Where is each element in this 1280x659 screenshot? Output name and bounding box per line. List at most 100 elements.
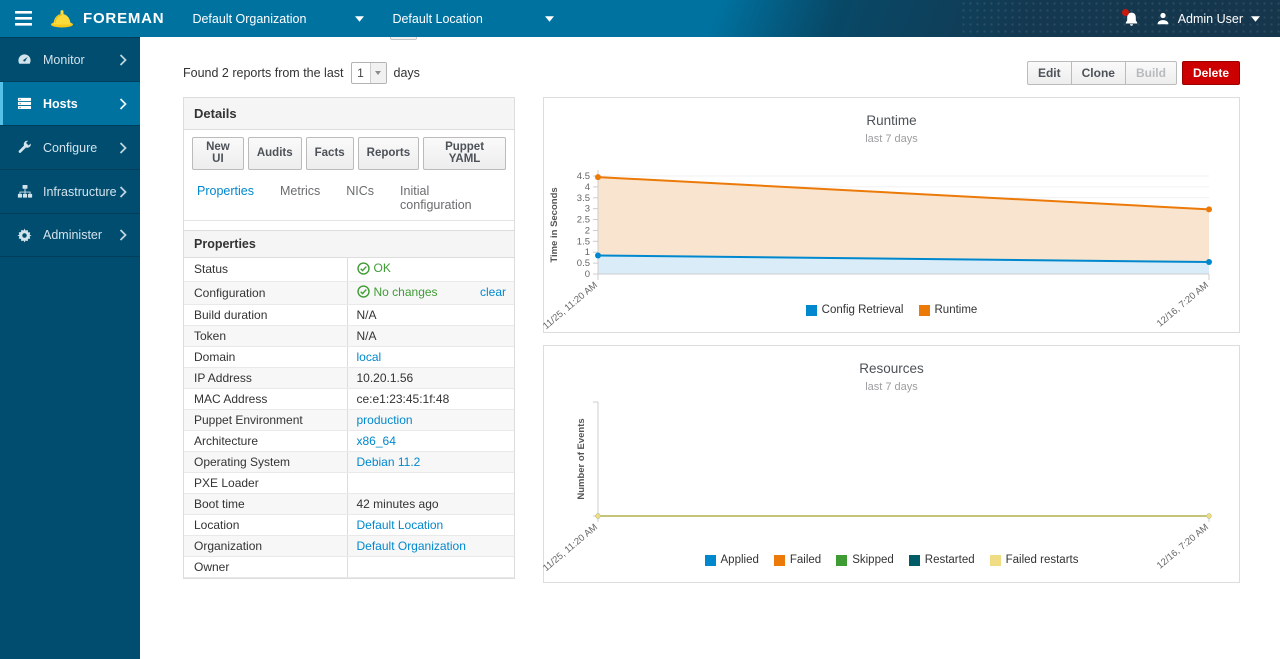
user-menu[interactable]: Admin User — [1156, 11, 1260, 26]
property-value: Default Location — [347, 515, 514, 536]
check-circle-icon — [357, 285, 370, 298]
location-switcher[interactable]: Default Location — [392, 12, 554, 26]
sidebar-item-label: Hosts — [43, 97, 78, 111]
puppet-yaml-button[interactable]: Puppet YAML — [423, 137, 506, 170]
sidebar-item-label: Configure — [43, 141, 97, 155]
legend-item-runtime[interactable]: Runtime — [919, 304, 978, 316]
property-label: Configuration — [184, 281, 347, 305]
property-label: Status — [184, 258, 347, 281]
sidebar-item-label: Administer — [43, 228, 102, 242]
resources-chart-panel: Resourceslast 7 days11/25, 11:20 AM12/16… — [543, 345, 1240, 583]
table-row: Architecture x86_64 — [184, 431, 514, 452]
legend-label: Skipped — [852, 554, 894, 566]
facts-button[interactable]: Facts — [306, 137, 354, 170]
sidebar-item-administer[interactable]: Administer — [0, 213, 140, 257]
tab-initial-configuration[interactable]: Initial configuration — [399, 179, 502, 220]
legend-label: Config Retrieval — [822, 304, 904, 316]
table-row: IP Address10.20.1.56 — [184, 368, 514, 389]
table-row: Operating SystemDebian 11.2 — [184, 452, 514, 473]
property-label: Domain — [184, 347, 347, 368]
property-value-link[interactable]: production — [357, 413, 413, 427]
legend-item-config-retrieval[interactable]: Config Retrieval — [806, 304, 904, 316]
legend-item-restarted[interactable]: Restarted — [909, 554, 975, 566]
svg-text:2: 2 — [585, 225, 590, 236]
organization-switcher[interactable]: Default Organization — [192, 12, 364, 26]
report-toolbar: Found 2 reports from the last 1 days Edi… — [183, 61, 1240, 85]
clone-button[interactable]: Clone — [1071, 61, 1126, 85]
table-row: StatusOK — [184, 258, 514, 281]
property-value: N/A — [347, 305, 514, 326]
sidebar-item-infrastructure[interactable]: Infrastructure — [0, 169, 140, 213]
property-label: PXE Loader — [184, 473, 347, 494]
host-action-buttons: Edit Clone Build Delete — [1027, 61, 1240, 85]
days-select-value: 1 — [352, 63, 370, 83]
user-name: Admin User — [1178, 12, 1243, 26]
property-label: Owner — [184, 557, 347, 578]
y-axis-label: Number of Events — [576, 418, 587, 499]
edit-button[interactable]: Edit — [1027, 61, 1072, 85]
legend-label: Runtime — [935, 304, 978, 316]
days-select[interactable]: 1 — [351, 62, 387, 84]
details-panel: Details New UIAuditsFactsReportsPuppet Y… — [183, 97, 515, 579]
legend-swatch — [836, 555, 847, 566]
brand-name: FOREMAN — [83, 10, 164, 27]
legend-item-failed-restarts[interactable]: Failed restarts — [990, 554, 1079, 566]
report-days-text: days — [394, 66, 420, 80]
y-axis-label: Time in Seconds — [549, 187, 560, 262]
chart-subtitle: last 7 days — [544, 381, 1239, 393]
property-value — [347, 473, 514, 494]
legend-item-skipped[interactable]: Skipped — [836, 554, 894, 566]
new-ui-button[interactable]: New UI — [192, 137, 244, 170]
legend-swatch — [806, 305, 817, 316]
property-value: Debian 11.2 — [347, 452, 514, 473]
legend-label: Applied — [721, 554, 759, 566]
legend-swatch — [774, 555, 785, 566]
clear-link[interactable]: clear — [480, 285, 506, 299]
caret-down-icon — [355, 16, 364, 22]
sidebar-item-configure[interactable]: Configure — [0, 125, 140, 169]
table-row: Boot time42 minutes ago — [184, 494, 514, 515]
property-label: Architecture — [184, 431, 347, 452]
table-row: Domain local — [184, 347, 514, 368]
reports-button[interactable]: Reports — [358, 137, 419, 170]
sidebar-item-label: Monitor — [43, 53, 85, 67]
property-label: Organization — [184, 536, 347, 557]
property-value-link[interactable]: x86_64 — [357, 434, 396, 448]
property-label: Location — [184, 515, 347, 536]
property-value-link[interactable]: Debian 11.2 — [357, 455, 421, 469]
foreman-logo[interactable]: FOREMAN — [50, 9, 164, 28]
chart-title: Resources — [544, 361, 1239, 376]
property-value: OK — [347, 258, 514, 281]
tab-metrics[interactable]: Metrics — [279, 179, 321, 220]
wrench-icon — [17, 140, 34, 155]
sidebar-item-monitor[interactable]: Monitor — [0, 37, 140, 81]
delete-button[interactable]: Delete — [1182, 61, 1240, 85]
organization-label: Default Organization — [192, 12, 306, 26]
chevron-right-icon — [119, 54, 127, 66]
properties-table: StatusOKConfigurationNo changesclearBuil… — [184, 258, 514, 578]
property-label: Puppet Environment — [184, 410, 347, 431]
gauge-icon — [17, 52, 34, 67]
legend-swatch — [919, 305, 930, 316]
table-row: MAC Addressce:e1:23:45:1f:48 — [184, 389, 514, 410]
chart-legend: Applied Failed Skipped Restarted Failed rest… — [544, 554, 1239, 566]
build-button[interactable]: Build — [1125, 61, 1177, 85]
runtime-chart-plot: 00.511.522.533.544.511/25, 11:20 AM12/16… — [544, 148, 1239, 313]
audits-button[interactable]: Audits — [248, 137, 302, 170]
charts-column: Runtime last 7 days 00.511.522.533.544.511… — [543, 97, 1240, 583]
chevron-right-icon — [119, 142, 127, 154]
property-value-link[interactable]: Default Location — [357, 518, 444, 532]
property-value: Default Organization — [347, 536, 514, 557]
legend-item-applied[interactable]: Applied — [705, 554, 759, 566]
legend-swatch — [705, 555, 716, 566]
legend-item-failed[interactable]: Failed — [774, 554, 821, 566]
table-row: ConfigurationNo changesclear — [184, 281, 514, 305]
sidebar-item-hosts[interactable]: Hosts — [0, 81, 140, 125]
tab-properties[interactable]: Properties — [196, 179, 255, 220]
caret-down-icon — [545, 16, 554, 22]
property-value-link[interactable]: Default Organization — [357, 539, 466, 553]
tab-nics[interactable]: NICs — [345, 179, 375, 220]
property-value-link[interactable]: local — [357, 350, 382, 364]
notifications-bell-icon[interactable] — [1124, 11, 1139, 27]
hamburger-menu-icon[interactable] — [0, 0, 46, 37]
